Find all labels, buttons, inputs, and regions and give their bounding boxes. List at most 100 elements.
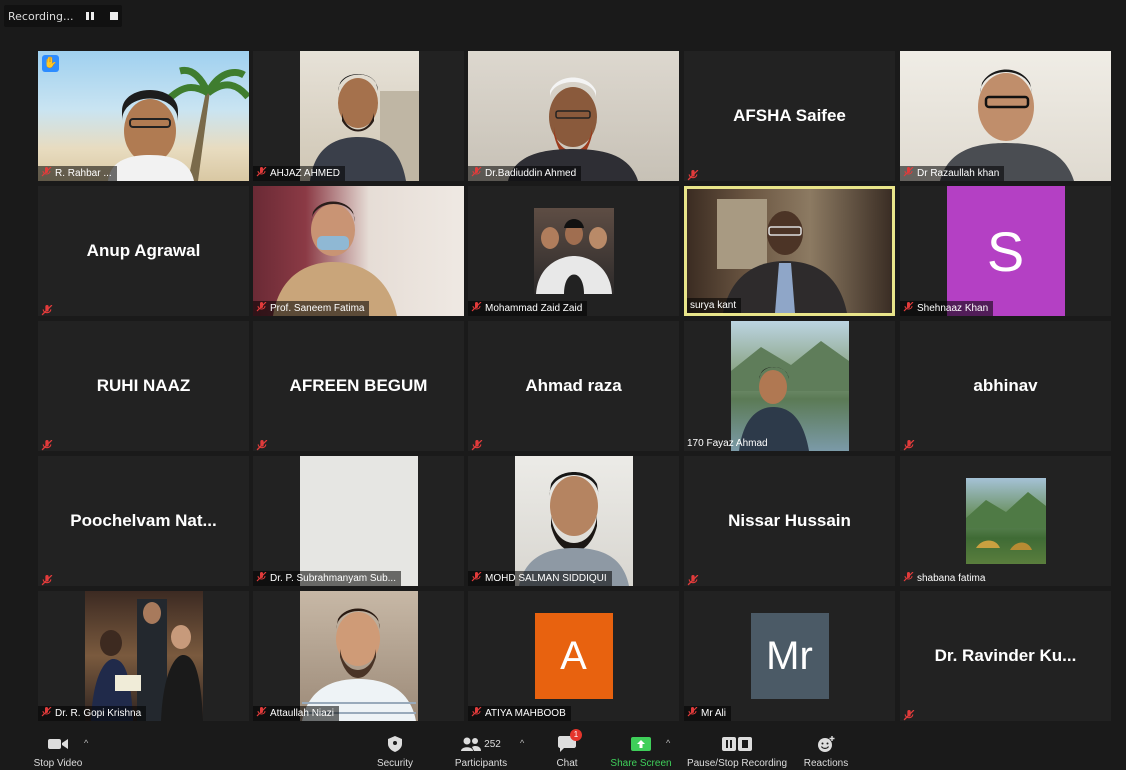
participant-tile[interactable]: Nissar Hussain — [684, 456, 895, 586]
mic-muted-icon — [687, 573, 699, 586]
participant-display-name: Nissar Hussain — [728, 511, 851, 530]
stop-video-button[interactable]: Stop Video — [28, 728, 88, 770]
participant-avatar: A — [534, 613, 613, 699]
participant-name: Mohammad Zaid Zaid — [485, 303, 583, 314]
chat-label: Chat — [556, 758, 578, 769]
chat-bubble-icon: 1 — [558, 729, 582, 756]
share-screen-icon — [631, 732, 651, 756]
video-camera-icon — [48, 732, 68, 756]
participant-name: R. Rahbar ... — [55, 168, 112, 179]
share-screen-button[interactable]: Share Screen — [608, 728, 674, 770]
participant-tile[interactable]: Ahmad raza — [468, 321, 679, 451]
participant-tile[interactable]: Mr Mr Ali — [684, 591, 895, 721]
meeting-window: Recording... ✋ R. Rahbar ... AHJAZ AHMED… — [0, 0, 1126, 770]
security-button[interactable]: Security — [370, 728, 420, 770]
participant-video — [38, 51, 249, 181]
participant-name: Shehnaaz Khan — [917, 303, 989, 314]
mic-muted-icon — [471, 166, 482, 177]
participant-label: surya kant — [687, 298, 742, 313]
participant-display-name: abhinav — [973, 376, 1038, 395]
participant-label: MOHD SALMAN SIDDIQUI — [468, 571, 612, 586]
participant-label: Dr Razaullah khan — [900, 166, 1005, 181]
participant-name: Dr Razaullah khan — [917, 168, 1000, 179]
mic-muted-icon — [41, 166, 52, 177]
participant-video — [468, 51, 679, 181]
participant-display-name: RUHI NAAZ — [96, 376, 191, 395]
mic-muted-icon — [687, 168, 699, 181]
participant-tile[interactable]: Attaullah Niazi — [253, 591, 464, 721]
share-options-caret-icon[interactable]: ^ — [666, 738, 670, 748]
stop-recording-icon[interactable] — [110, 12, 118, 20]
participant-name: Dr. P. Subrahmanyam Sub... — [270, 573, 396, 584]
recording-label: Recording... — [8, 9, 74, 23]
participant-video — [687, 189, 892, 313]
participant-avatar: S — [946, 186, 1065, 316]
participant-tile[interactable]: Dr Razaullah khan — [900, 51, 1111, 181]
participant-video — [966, 478, 1046, 564]
participant-label: Dr.Badiuddin Ahmed — [468, 166, 582, 181]
participant-video — [731, 321, 849, 451]
participant-label: Attaullah Niazi — [253, 706, 339, 721]
recording-indicator: Recording... — [4, 5, 122, 27]
participant-tile[interactable]: Poochelvam Nat... — [38, 456, 249, 586]
participants-options-caret-icon[interactable]: ^ — [520, 738, 524, 748]
video-options-caret-icon[interactable]: ^ — [84, 738, 88, 748]
participant-tile[interactable]: RUHI NAAZ — [38, 321, 249, 451]
mic-muted-icon — [471, 301, 482, 312]
participant-label: Mr Ali — [684, 706, 731, 721]
participant-label: 170 Fayaz Ahmad — [684, 436, 773, 451]
participant-video — [300, 51, 419, 181]
chat-button[interactable]: 1 Chat — [547, 728, 587, 770]
participant-label: shabana fatima — [900, 571, 990, 586]
mic-muted-icon — [903, 166, 914, 177]
mic-muted-icon — [903, 571, 914, 582]
participant-avatar: Mr — [750, 613, 829, 699]
participant-tile[interactable]: 170 Fayaz Ahmad — [684, 321, 895, 451]
participant-tile[interactable]: Dr. P. Subrahmanyam Sub... — [253, 456, 464, 586]
participants-button[interactable]: 252 Participants — [451, 728, 511, 770]
meeting-toolbar: Stop Video ^ Security 252 Participants ^… — [0, 728, 1126, 770]
participant-tile-active-speaker[interactable]: surya kant — [684, 186, 895, 316]
security-label: Security — [376, 758, 414, 769]
emoji-plus-icon — [817, 732, 835, 756]
participant-video — [900, 51, 1111, 181]
participant-name: Dr. R. Gopi Krishna — [55, 708, 142, 719]
participant-video — [515, 456, 633, 586]
stop-video-label: Stop Video — [33, 758, 83, 769]
participant-tile[interactable]: Dr.Badiuddin Ahmed — [468, 51, 679, 181]
participant-video — [534, 208, 614, 294]
mic-muted-icon — [903, 301, 914, 312]
participant-tile[interactable]: S Shehnaaz Khan — [900, 186, 1111, 316]
participant-tile[interactable]: MOHD SALMAN SIDDIQUI — [468, 456, 679, 586]
reactions-label: Reactions — [803, 758, 849, 769]
participant-label: Shehnaaz Khan — [900, 301, 994, 316]
participant-tile[interactable]: Anup Agrawal — [38, 186, 249, 316]
participants-label: Participants — [454, 758, 508, 769]
participant-tile[interactable]: Prof. Saneem Fatima — [253, 186, 464, 316]
reactions-button[interactable]: Reactions — [800, 728, 852, 770]
participant-tile[interactable]: Dr. Ravinder Ku... — [900, 591, 1111, 721]
pause-stop-recording-button[interactable]: Pause/Stop Recording — [686, 728, 788, 770]
participant-label: Dr. R. Gopi Krishna — [38, 706, 147, 721]
raised-hand-icon: ✋ — [42, 55, 59, 72]
participant-tile[interactable]: AHJAZ AHMED — [253, 51, 464, 181]
participant-tile[interactable]: A ATIYA MAHBOOB — [468, 591, 679, 721]
pause-recording-icon[interactable] — [86, 12, 94, 20]
participant-display-name: AFREEN BEGUM — [289, 376, 428, 395]
participant-tile[interactable]: Dr. R. Gopi Krishna — [38, 591, 249, 721]
participant-display-name: Poochelvam Nat... — [70, 511, 217, 530]
participant-video — [85, 591, 203, 721]
participant-tile[interactable]: AFSHA Saifee — [684, 51, 895, 181]
chat-unread-badge: 1 — [570, 729, 582, 741]
mic-muted-icon — [256, 571, 267, 582]
participant-label: Mohammad Zaid Zaid — [468, 301, 588, 316]
participant-name: MOHD SALMAN SIDDIQUI — [485, 573, 607, 584]
participant-tile[interactable]: abhinav — [900, 321, 1111, 451]
participant-tile[interactable]: Mohammad Zaid Zaid — [468, 186, 679, 316]
participant-tile[interactable]: shabana fatima — [900, 456, 1111, 586]
participant-tile[interactable]: AFREEN BEGUM — [253, 321, 464, 451]
participant-video — [300, 591, 418, 721]
participant-tile[interactable]: ✋ R. Rahbar ... — [38, 51, 249, 181]
participant-label: ATIYA MAHBOOB — [468, 706, 571, 721]
participant-label: AHJAZ AHMED — [253, 166, 346, 181]
